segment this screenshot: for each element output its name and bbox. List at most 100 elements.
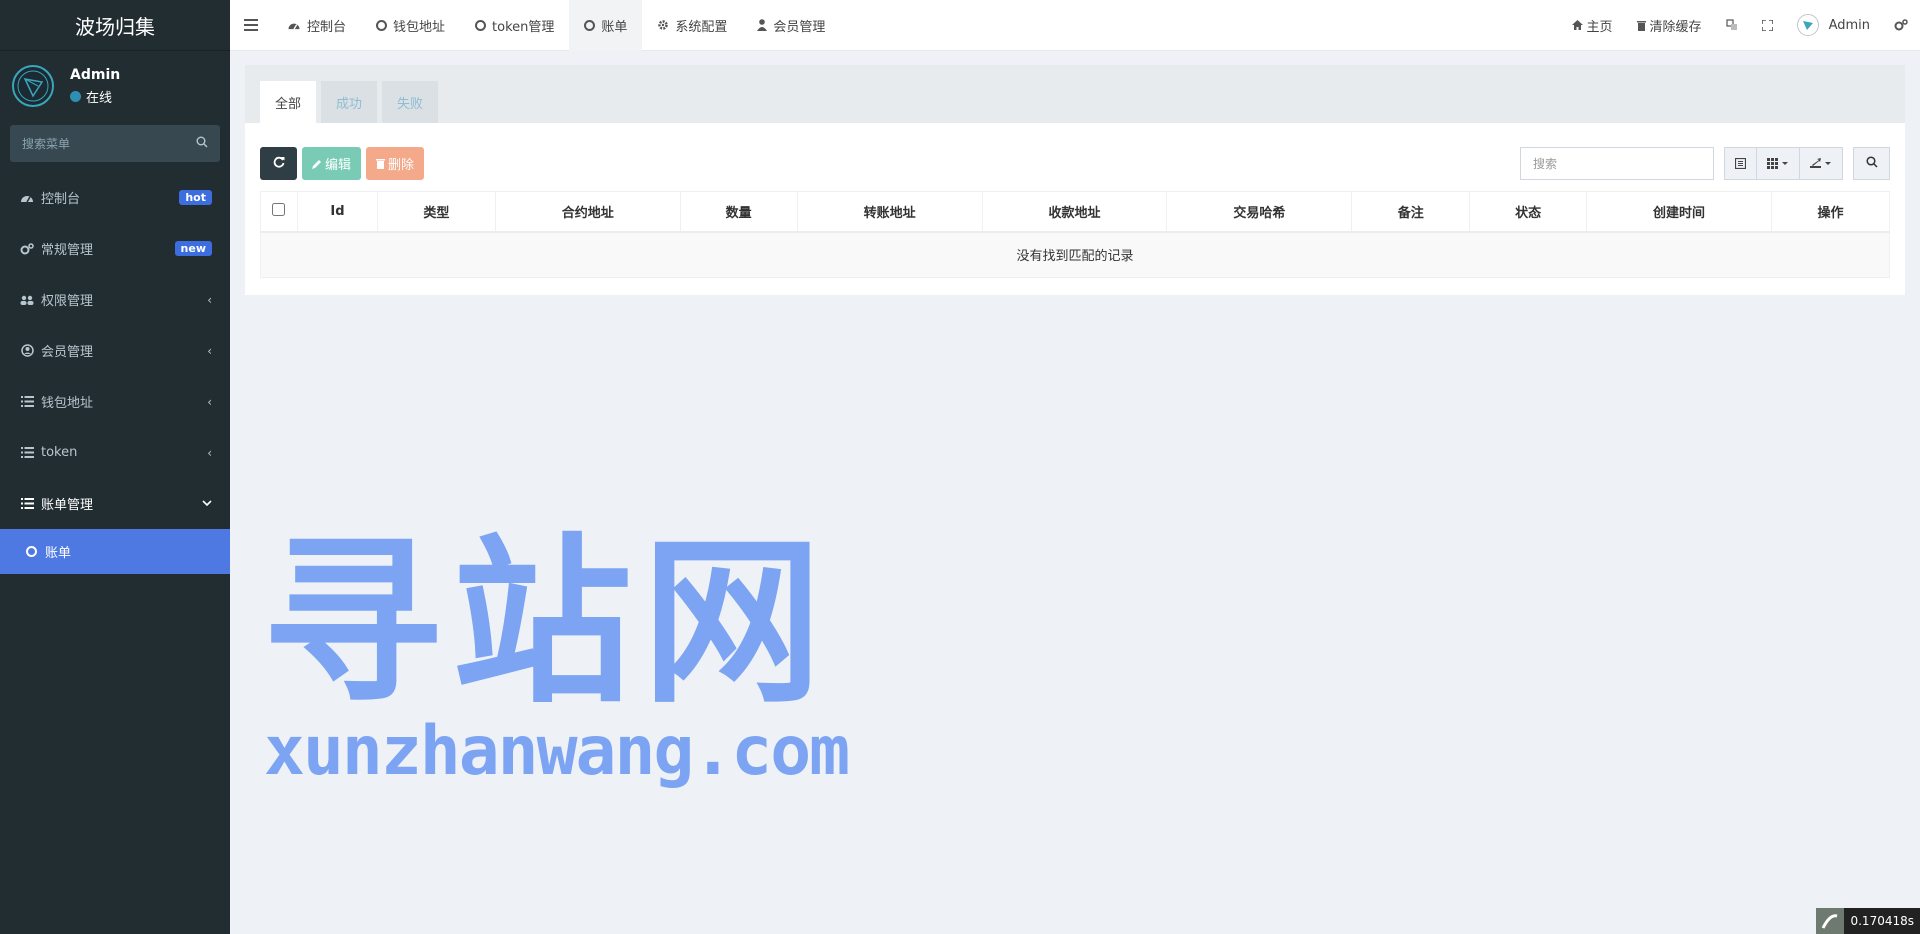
hot-badge: hot [179, 190, 212, 205]
sidebar-item-label: 钱包地址 [41, 396, 94, 411]
pencil-icon [312, 159, 322, 169]
tab-token[interactable]: token管理 [460, 0, 569, 51]
watermark-en: xunzhanwang.com [264, 712, 850, 791]
edit-button[interactable]: 编辑 [302, 147, 362, 180]
trash-icon [376, 158, 386, 169]
tab-dashboard[interactable]: 控制台 [272, 0, 361, 51]
cogs-icon[interactable] [1882, 19, 1920, 31]
sidebar-search-input[interactable] [22, 136, 182, 151]
sidebar-item-label: 权限管理 [41, 294, 94, 309]
bills-table: Id 类型 合约地址 数量 转账地址 收款地址 交易哈希 备注 状态 创建时间 … [260, 191, 1891, 278]
sidebar-subitem-bill[interactable]: 账单 [0, 529, 230, 574]
column-header[interactable]: 合约地址 [494, 191, 681, 233]
chevron-down-icon [202, 496, 212, 511]
circle-icon [584, 19, 596, 31]
sidebar-item-label: 控制台 [41, 192, 81, 207]
toggle-view-icon[interactable] [1725, 148, 1757, 179]
dashboard-icon [287, 20, 301, 31]
tab-label: token管理 [492, 19, 555, 35]
column-header[interactable]: 操作 [1770, 191, 1891, 233]
home-link[interactable]: 主页 [1560, 16, 1625, 35]
menu-toggle-icon[interactable] [230, 0, 272, 51]
avatar [1796, 14, 1819, 36]
column-header[interactable]: 类型 [376, 191, 496, 233]
chevron-left-icon: ‹ [207, 394, 212, 409]
tab-members[interactable]: 会员管理 [742, 0, 840, 51]
sidebar-search [10, 125, 220, 162]
trash-icon [1636, 20, 1646, 31]
user-name: Admin [70, 66, 121, 83]
sidebar-item-token[interactable]: token ‹ [0, 427, 230, 478]
column-header[interactable]: 收款地址 [981, 191, 1168, 233]
select-all-checkbox[interactable] [272, 202, 286, 216]
sidebar-item-label: 账单管理 [41, 498, 94, 513]
watermark-cn: 寻站网 [262, 519, 833, 728]
column-header[interactable]: 状态 [1469, 191, 1588, 233]
user-icon [757, 19, 768, 31]
column-header[interactable]: 创建时间 [1586, 191, 1772, 233]
sidebar-item-general[interactable]: 常规管理 new [0, 223, 230, 274]
sidebar-item-bills[interactable]: 账单管理 [0, 478, 230, 529]
tab-label: 钱包地址 [393, 19, 446, 35]
circle-icon [22, 546, 40, 557]
tab-all[interactable]: 全部 [260, 81, 317, 123]
circle-icon [376, 19, 388, 31]
sidebar-item-wallets[interactable]: 钱包地址 ‹ [0, 376, 230, 427]
online-dot-icon [70, 90, 81, 102]
table-header-row: Id 类型 合约地址 数量 转账地址 收款地址 交易哈希 备注 状态 创建时间 … [260, 191, 1891, 233]
trace-logo-icon [1816, 908, 1845, 934]
tab-failed[interactable]: 失败 [382, 81, 439, 123]
advanced-search-button[interactable] [1853, 147, 1890, 180]
list-icon [18, 396, 36, 407]
group-icon [18, 294, 36, 306]
clear-cache-button[interactable]: 清除缓存 [1625, 16, 1714, 35]
app-title: 波场归集 [75, 14, 155, 39]
app-logo[interactable]: 波场归集 [0, 0, 230, 51]
column-header[interactable]: 转账地址 [796, 191, 983, 233]
tab-label: 账单 [601, 19, 628, 35]
dashboard-icon [18, 192, 36, 204]
sidebar: 波场归集 Admin 在线 控制台 hot [0, 0, 230, 934]
user-circle-icon [18, 344, 36, 357]
home-label: 主页 [1586, 19, 1613, 35]
tab-bills[interactable]: 账单 [569, 0, 643, 51]
tab-label: 会员管理 [773, 19, 826, 35]
sidebar-item-dashboard[interactable]: 控制台 hot [0, 172, 230, 223]
list-icon [18, 447, 36, 458]
delete-button[interactable]: 删除 [366, 147, 425, 180]
fullscreen-icon[interactable] [1750, 19, 1785, 31]
user-menu[interactable]: Admin [1785, 14, 1882, 36]
refresh-button[interactable] [260, 147, 297, 180]
table-search-input[interactable] [1520, 147, 1714, 180]
sidebar-subitem-label: 账单 [45, 546, 72, 561]
column-header[interactable]: Id [296, 191, 378, 233]
user-status-label: 在线 [86, 90, 113, 106]
tab-wallets[interactable]: 钱包地址 [361, 0, 460, 51]
sidebar-item-members[interactable]: 会员管理 ‹ [0, 325, 230, 376]
search-icon [1865, 155, 1878, 172]
sidebar-item-label: token [41, 445, 78, 460]
columns-toggle-icon[interactable] [1757, 148, 1800, 179]
chevron-left-icon: ‹ [207, 292, 212, 307]
home-icon [1571, 20, 1583, 30]
tab-label: 系统配置 [675, 19, 728, 35]
language-toggle-icon[interactable] [1714, 19, 1750, 31]
column-header[interactable]: 备注 [1351, 191, 1471, 233]
delete-label: 删除 [388, 158, 415, 173]
search-icon[interactable] [196, 136, 208, 152]
sidebar-item-permissions[interactable]: 权限管理 ‹ [0, 274, 230, 325]
main-panel: 全部 成功 失败 编辑 删除 搜索 Id 类型 合约地址 数量 转账地址 收款地… [245, 65, 1905, 295]
timer-label: 0.170418s [1850, 914, 1914, 928]
tab-label: 控制台 [307, 19, 347, 35]
gear-icon [657, 19, 669, 31]
export-icon[interactable] [1800, 148, 1842, 179]
list-icon [18, 498, 36, 509]
tab-system-config[interactable]: 系统配置 [642, 0, 742, 51]
sidebar-menu: 控制台 hot 常规管理 new 权限管理 ‹ 会员管理 ‹ 钱包地址 ‹ to… [0, 172, 230, 574]
tab-success[interactable]: 成功 [321, 81, 378, 123]
page-trace-timer[interactable]: 0.170418s [1816, 908, 1920, 934]
status-tabs: 全部 成功 失败 [245, 65, 1905, 123]
column-header[interactable]: 交易哈希 [1166, 191, 1353, 233]
user-menu-label: Admin [1828, 17, 1870, 33]
column-header[interactable]: 数量 [679, 191, 798, 233]
